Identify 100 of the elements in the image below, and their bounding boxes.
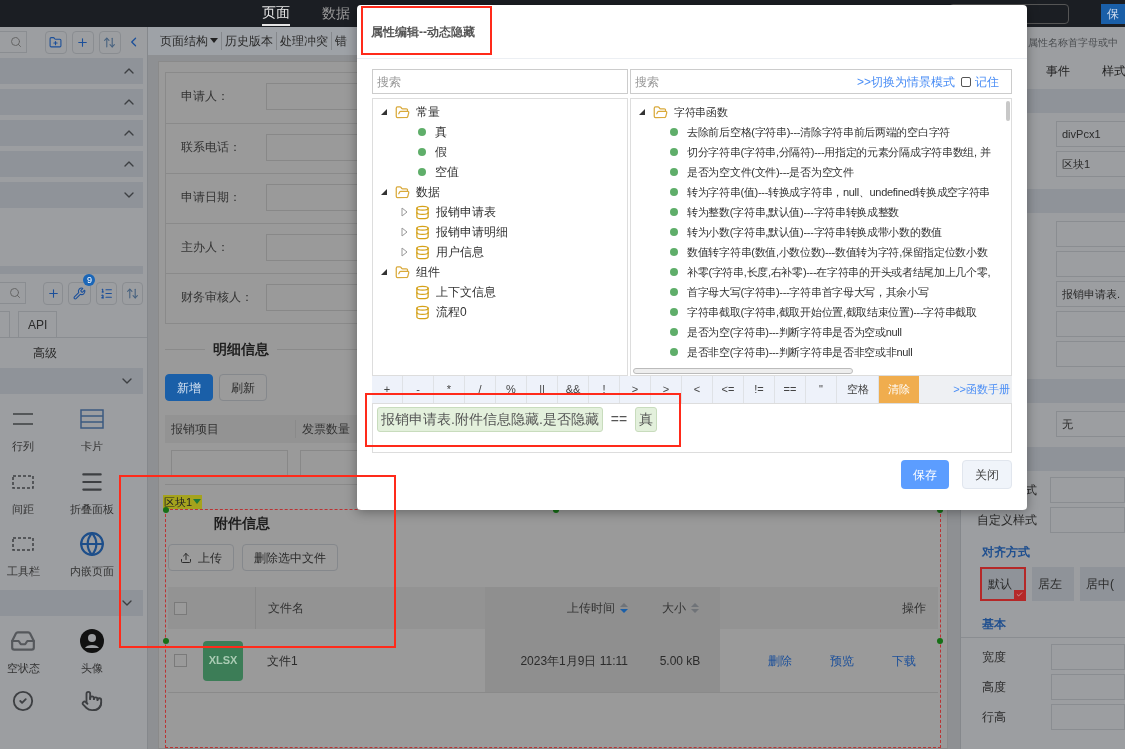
tree-item[interactable]: 是否非空(字符串)---判断字符串是否非空或非null: [687, 343, 913, 361]
operator-button[interactable]: &&: [558, 376, 589, 403]
expanded-toggle-icon[interactable]: [637, 107, 647, 117]
operator-button[interactable]: ": [806, 376, 837, 403]
tree-item[interactable]: 用户信息: [436, 243, 484, 261]
tree-item[interactable]: 首字母大写(字符串)---字符串首字母大写，其余小写: [687, 283, 929, 301]
toolbar-button[interactable]: 处理冲突: [276, 32, 331, 50]
operator-button[interactable]: >: [620, 376, 651, 403]
resize-handle[interactable]: [937, 638, 943, 644]
expression-token[interactable]: 报销申请表.附件信息隐藏.是否隐藏: [377, 407, 603, 432]
checkbox[interactable]: [174, 601, 187, 615]
sort-button[interactable]: [98, 30, 121, 54]
operator-button[interactable]: !: [589, 376, 620, 403]
tree-item[interactable]: 数值转字符串(数值,小数位数)---数值转为字符,保留指定位数小数: [687, 243, 988, 261]
component-item[interactable]: 头像: [46, 627, 138, 676]
tree-item[interactable]: 报销申请明细: [436, 223, 508, 241]
property-field[interactable]: 报销申请表.: [1056, 281, 1125, 307]
resize-handle[interactable]: [163, 638, 169, 644]
column-header-cell[interactable]: 大小: [640, 587, 720, 629]
property-tab[interactable]: 样式: [1102, 62, 1125, 80]
scrollbar[interactable]: [633, 368, 853, 374]
nav-tab[interactable]: 页面: [262, 1, 290, 26]
property-field[interactable]: divPcx1: [1056, 121, 1125, 147]
toolbar-button[interactable]: 错: [331, 32, 350, 50]
collapsed-toggle-icon[interactable]: [399, 227, 409, 237]
nav-tab[interactable]: 数据: [322, 1, 350, 26]
operator-button[interactable]: ==: [775, 376, 806, 403]
search-field[interactable]: 搜索: [372, 69, 628, 94]
panel-tab[interactable]: API: [18, 311, 58, 337]
property-search-field[interactable]: 属性名称首字母或中: [1028, 34, 1125, 50]
tree-item[interactable]: 转为整数(字符串,默认值)---字符串转换成整数: [687, 203, 900, 221]
tree-item[interactable]: 补零(字符串,长度,右补零)---在字符串的开头或者结尾加上几个零,: [687, 263, 991, 281]
tree-item[interactable]: 转为字符串(值)---转换成字符串，null、undefined转换成空字符串: [687, 183, 991, 201]
tree-item[interactable]: 是否为空(字符串)---判断字符串是否为空或null: [687, 323, 902, 341]
operator-button[interactable]: <=: [713, 376, 744, 403]
tree-item[interactable]: 空值: [435, 163, 459, 181]
operator-button[interactable]: %: [496, 376, 527, 403]
component-item[interactable]: 卡片: [46, 406, 138, 455]
align-option[interactable]: 默认: [980, 567, 1026, 601]
tree-item[interactable]: 字符串函数: [674, 103, 728, 121]
component-item[interactable]: 行列: [0, 406, 46, 455]
tree-item[interactable]: 数据: [416, 183, 440, 201]
column-header-cell[interactable]: 上传时间: [485, 587, 640, 629]
search-field[interactable]: [0, 31, 27, 53]
tree-item[interactable]: 是否为空文件(文件)---是否为空文件: [687, 163, 854, 181]
operator-button[interactable]: 空格: [837, 376, 879, 403]
component-item[interactable]: 内嵌页面: [46, 531, 138, 580]
dialog-button[interactable]: 关闭: [962, 460, 1012, 489]
search-field[interactable]: [0, 282, 26, 304]
operator-button[interactable]: +: [372, 376, 403, 403]
align-option[interactable]: 居中(: [1080, 567, 1125, 601]
tree-item[interactable]: 常量: [416, 103, 440, 121]
scrollbar[interactable]: [1006, 101, 1010, 121]
block-tag[interactable]: 区块1: [163, 495, 203, 509]
collapsed-toggle-icon[interactable]: [399, 207, 409, 217]
checkbox[interactable]: [174, 654, 187, 667]
expression-editor[interactable]: 报销申请表.附件信息隐藏.是否隐藏 == 真: [372, 403, 1012, 453]
toolbar-button[interactable]: 历史版本: [221, 32, 276, 50]
toolbar-button[interactable]: 页面结构: [157, 32, 221, 50]
tree-item[interactable]: 上下文信息: [436, 283, 496, 301]
component-item[interactable]: 间距: [0, 468, 46, 517]
expanded-toggle-icon[interactable]: [379, 267, 389, 277]
property-tab[interactable]: 事件: [1046, 62, 1070, 80]
tree-item[interactable]: 字符串截取(字符串,截取开始位置,截取结束位置)---字符串截取: [687, 303, 977, 321]
save-button[interactable]: 保: [1101, 3, 1125, 24]
sort-icon[interactable]: [620, 602, 628, 614]
table-input[interactable]: [171, 450, 288, 477]
tree-item[interactable]: 转为小数(字符串,默认值)---字符串转换成带小数的数值: [687, 223, 942, 241]
operator-button[interactable]: >: [651, 376, 682, 403]
align-option[interactable]: 居左: [1032, 567, 1074, 601]
component-item[interactable]: 工具栏: [0, 531, 46, 580]
add-folder-button[interactable]: [44, 30, 67, 54]
component-item[interactable]: 折叠面板: [46, 468, 138, 517]
component-item[interactable]: 空状态: [0, 627, 46, 676]
upload-button[interactable]: 上传: [168, 544, 234, 571]
tree-item[interactable]: 去除前后空格(字符串)---清除字符串前后两端的空白字符: [687, 123, 950, 141]
list-button[interactable]: [96, 281, 118, 305]
action-button[interactable]: 删除选中文件: [242, 544, 338, 571]
column-header-cell[interactable]: 操作: [720, 587, 938, 629]
tree-item[interactable]: 组件: [416, 263, 440, 281]
add-button[interactable]: [42, 281, 64, 305]
expression-token[interactable]: 真: [635, 407, 658, 432]
collapsed-toggle-icon[interactable]: [399, 247, 409, 257]
operator-button[interactable]: !=: [744, 376, 775, 403]
property-field[interactable]: 无: [1056, 411, 1125, 437]
tree-item[interactable]: 真: [435, 123, 447, 141]
operator-button[interactable]: -: [403, 376, 434, 403]
action-button[interactable]: 新增: [165, 374, 213, 401]
tree-item[interactable]: 切分字符串(字符串,分隔符)---用指定的元素分隔成字符串数组, 并: [687, 143, 991, 161]
add-button[interactable]: [71, 30, 94, 54]
sort-icon[interactable]: [690, 602, 699, 614]
mode-switch-link[interactable]: >>切换为情景模式: [857, 72, 955, 91]
tree-item[interactable]: 报销申请表: [436, 203, 496, 221]
operator-button[interactable]: <: [682, 376, 713, 403]
search-field[interactable]: 搜索 >>切换为情景模式 记住: [630, 69, 1012, 94]
property-field[interactable]: 区块1: [1056, 151, 1125, 177]
action-button[interactable]: 刷新: [219, 374, 267, 401]
resize-handle[interactable]: [163, 507, 169, 513]
sort-button[interactable]: [122, 281, 143, 305]
tree-item[interactable]: 流程0: [436, 303, 467, 321]
